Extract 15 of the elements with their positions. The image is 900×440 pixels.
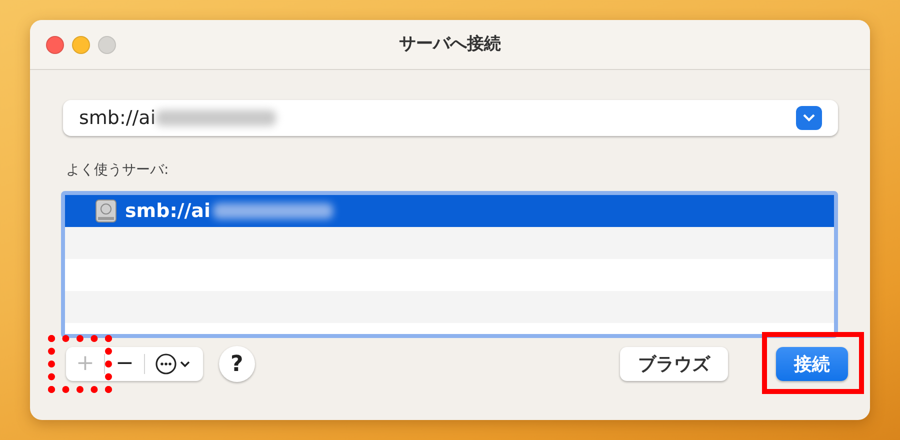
address-text: smb://ai — [79, 106, 156, 131]
help-button[interactable]: ? — [218, 346, 255, 382]
address-field[interactable]: smb://ai — [63, 100, 838, 136]
remove-button[interactable]: − — [105, 347, 144, 381]
drive-icon — [95, 199, 117, 223]
minimize-button[interactable] — [72, 36, 90, 54]
server-name: smb://ai — [125, 198, 211, 224]
window-title: サーバへ接続 — [399, 34, 501, 54]
browse-button[interactable]: ブラウズ — [620, 347, 728, 381]
close-button[interactable] — [46, 36, 64, 54]
connect-button[interactable]: 接続 — [776, 347, 848, 381]
favorites-label: よく使うサーバ: — [66, 162, 169, 178]
list-row[interactable]: smb://ai — [65, 195, 834, 227]
chevron-icon — [803, 114, 815, 122]
dropdown-button[interactable] — [796, 106, 822, 130]
